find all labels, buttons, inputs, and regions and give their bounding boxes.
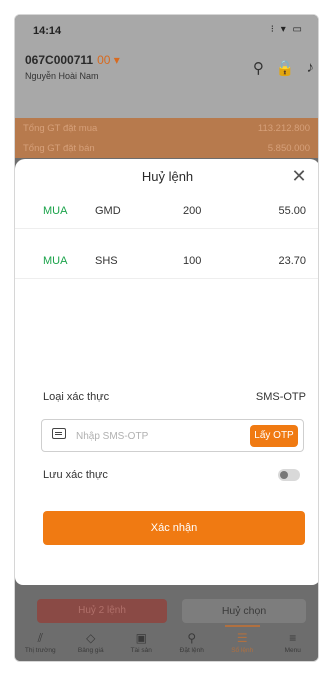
order-side: MUA bbox=[43, 255, 68, 267]
get-otp-button[interactable]: Lấy OTP bbox=[250, 425, 298, 447]
nav-label: Thị trường bbox=[24, 647, 56, 654]
message-icon bbox=[52, 428, 66, 439]
summary-buy: Tổng GT đặt mua 113.212.800 bbox=[15, 118, 318, 138]
nav-label: Menu bbox=[284, 647, 301, 654]
summary-sell-value: 5.850.000 bbox=[267, 142, 310, 154]
save-auth-label: Lưu xác thực bbox=[43, 469, 108, 481]
save-auth-toggle[interactable] bbox=[278, 469, 300, 481]
nav-label: Đặt lệnh bbox=[179, 647, 204, 654]
order-book-icon: ☰ bbox=[236, 631, 248, 645]
summary-sell-label: Tổng GT đặt bán bbox=[23, 142, 95, 154]
nav-item-market[interactable]: ⫽ Thị trường bbox=[15, 625, 66, 661]
nav-item-price-board[interactable]: ◇ Bảng giá bbox=[66, 625, 117, 661]
otp-input[interactable] bbox=[76, 428, 206, 444]
order-quantity: 200 bbox=[183, 205, 202, 217]
confirm-button[interactable]: Xác nhận bbox=[43, 511, 305, 545]
assets-icon: ▣ bbox=[135, 631, 147, 645]
price-board-icon: ◇ bbox=[86, 631, 96, 645]
account-selector[interactable]: 067C000711 00 ▾ bbox=[25, 53, 120, 67]
place-order-icon: ⚲ bbox=[187, 631, 197, 645]
menu-icon: ≡ bbox=[289, 631, 297, 645]
bottom-nav: ⫽ Thị trường ◇ Bảng giá ▣ Tài sản ⚲ Đặt … bbox=[15, 625, 319, 661]
sheet-title: Huỷ lệnh bbox=[141, 169, 194, 184]
order-row: MUA GMD 200 55.00 bbox=[15, 193, 318, 229]
nav-item-menu[interactable]: ≡ Menu bbox=[268, 625, 319, 661]
nav-item-assets[interactable]: ▣ Tài sản bbox=[116, 625, 167, 661]
app-frame: 14:14 ⁝ ▾ ▭ 067C000711 00 ▾ Nguyễn Hoài N… bbox=[14, 14, 319, 662]
summary-buy-label: Tổng GT đặt mua bbox=[23, 122, 98, 134]
order-quantity: 100 bbox=[183, 255, 202, 267]
order-symbol: SHS bbox=[95, 255, 118, 267]
cancel-orders-button[interactable]: Huỷ 2 lệnh bbox=[37, 599, 167, 623]
order-symbol: GMD bbox=[95, 205, 121, 217]
nav-item-place-order[interactable]: ⚲ Đặt lệnh bbox=[167, 625, 218, 661]
order-side: MUA bbox=[43, 205, 68, 217]
order-row: MUA SHS 100 23.70 bbox=[15, 243, 318, 279]
summary-sell: Tổng GT đặt bán 5.850.000 bbox=[15, 138, 318, 158]
summary-buy-value: 113.212.800 bbox=[257, 122, 310, 134]
app-header: 14:14 ⁝ ▾ ▭ 067C000711 00 ▾ Nguyễn Hoài N… bbox=[15, 15, 318, 120]
auth-type-value[interactable]: SMS-OTP bbox=[256, 391, 306, 403]
account-id: 067C000711 bbox=[25, 53, 94, 67]
nav-item-order-book[interactable]: ☰ Sổ lệnh bbox=[217, 625, 268, 661]
lock-icon[interactable]: 🔒 bbox=[276, 59, 295, 77]
account-suffix: 00 ▾ bbox=[97, 53, 120, 67]
close-icon[interactable]: ✕ bbox=[288, 165, 310, 187]
status-time: 14:14 bbox=[33, 25, 62, 37]
nav-label: Tài sản bbox=[130, 647, 152, 654]
cancel-order-sheet: Huỷ lệnh ✕ MUA GMD 200 55.00 MUA SHS 100… bbox=[15, 159, 318, 585]
bell-icon[interactable]: ♪ bbox=[307, 59, 315, 77]
cancel-selection-button[interactable]: Huỷ chọn bbox=[182, 599, 306, 623]
market-icon: ⫽ bbox=[37, 631, 43, 645]
otp-field: Lấy OTP bbox=[41, 419, 304, 452]
nav-label: Sổ lệnh bbox=[231, 647, 254, 654]
order-price: 23.70 bbox=[278, 255, 306, 267]
order-price: 55.00 bbox=[278, 205, 306, 217]
nav-label: Bảng giá bbox=[77, 647, 104, 654]
user-name: Nguyễn Hoài Nam bbox=[25, 71, 99, 81]
auth-type-label: Loại xác thực bbox=[43, 391, 110, 403]
status-indicators: ⁝ ▾ ▭ bbox=[270, 24, 304, 35]
search-icon[interactable]: ⚲ bbox=[253, 59, 264, 77]
